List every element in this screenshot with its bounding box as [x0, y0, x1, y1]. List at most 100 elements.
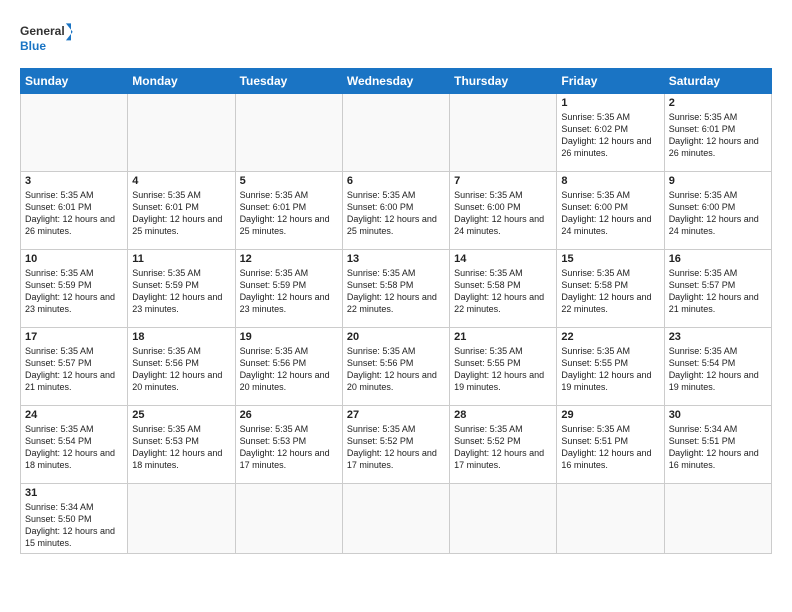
day-info: Sunrise: 5:35 AM Sunset: 6:01 PM Dayligh… — [669, 111, 767, 160]
calendar-cell: 2Sunrise: 5:35 AM Sunset: 6:01 PM Daylig… — [664, 94, 771, 172]
day-info: Sunrise: 5:35 AM Sunset: 6:02 PM Dayligh… — [561, 111, 659, 160]
day-info: Sunrise: 5:35 AM Sunset: 5:53 PM Dayligh… — [132, 423, 230, 472]
day-info: Sunrise: 5:35 AM Sunset: 5:56 PM Dayligh… — [132, 345, 230, 394]
day-info: Sunrise: 5:35 AM Sunset: 6:01 PM Dayligh… — [25, 189, 123, 238]
day-number: 21 — [454, 331, 552, 343]
calendar-cell: 10 Sunrise: 5:35 AM Sunset: 5:59 PM Dayli… — [21, 250, 128, 328]
day-number: 27 — [347, 409, 445, 421]
calendar-cell: 15Sunrise: 5:35 AM Sunset: 5:58 PM Dayli… — [557, 250, 664, 328]
day-info: Sunrise: 5:35 AM Sunset: 5:54 PM Dayligh… — [669, 345, 767, 394]
day-header-saturday: Saturday — [664, 69, 771, 94]
calendar-cell: 19 Sunrise: 5:35 AM Sunset: 5:56 PM Dayli… — [235, 328, 342, 406]
day-header-wednesday: Wednesday — [342, 69, 449, 94]
day-info: Sunrise: 5:35 AM Sunset: 5:59 PM Dayligh… — [132, 267, 230, 316]
day-info: Sunrise: 5:35 AM Sunset: 5:52 PM Dayligh… — [454, 423, 552, 472]
calendar-cell: 21 Sunrise: 5:35 AM Sunset: 5:55 PM Dayli… — [450, 328, 557, 406]
calendar-cell: 13 Sunrise: 5:35 AM Sunset: 5:58 PM Dayli… — [342, 250, 449, 328]
day-info: Sunrise: 5:35 AM Sunset: 5:59 PM Dayligh… — [240, 267, 338, 316]
calendar-cell: 4Sunrise: 5:35 AM Sunset: 6:01 PM Daylig… — [128, 172, 235, 250]
calendar-cell: 20 Sunrise: 5:35 AM Sunset: 5:56 PM Dayli… — [342, 328, 449, 406]
day-number: 26 — [240, 409, 338, 421]
calendar-cell: 3 Sunrise: 5:35 AM Sunset: 6:01 PM Daylig… — [21, 172, 128, 250]
day-info: Sunrise: 5:35 AM Sunset: 5:55 PM Dayligh… — [454, 345, 552, 394]
day-number: 8 — [561, 175, 659, 187]
week-row-2: 3 Sunrise: 5:35 AM Sunset: 6:01 PM Daylig… — [21, 172, 772, 250]
day-number: 31 — [25, 487, 123, 499]
calendar-cell: 9Sunrise: 5:35 AM Sunset: 6:00 PM Daylig… — [664, 172, 771, 250]
day-number: 14 — [454, 253, 552, 265]
day-info: Sunrise: 5:35 AM Sunset: 5:56 PM Dayligh… — [240, 345, 338, 394]
day-info: Sunrise: 5:35 AM Sunset: 6:01 PM Dayligh… — [132, 189, 230, 238]
day-number: 9 — [669, 175, 767, 187]
calendar-cell: 14 Sunrise: 5:35 AM Sunset: 5:58 PM Dayli… — [450, 250, 557, 328]
day-info: Sunrise: 5:35 AM Sunset: 5:52 PM Dayligh… — [347, 423, 445, 472]
day-header-monday: Monday — [128, 69, 235, 94]
day-info: Sunrise: 5:35 AM Sunset: 6:00 PM Dayligh… — [347, 189, 445, 238]
day-number: 3 — [25, 175, 123, 187]
day-info: Sunrise: 5:35 AM Sunset: 6:00 PM Dayligh… — [561, 189, 659, 238]
day-info: Sunrise: 5:35 AM Sunset: 6:01 PM Dayligh… — [240, 189, 338, 238]
calendar-cell: 26Sunrise: 5:35 AM Sunset: 5:53 PM Dayli… — [235, 406, 342, 484]
calendar-cell: 25 Sunrise: 5:35 AM Sunset: 5:53 PM Dayli… — [128, 406, 235, 484]
calendar-cell: 29Sunrise: 5:35 AM Sunset: 5:51 PM Dayli… — [557, 406, 664, 484]
calendar-cell — [342, 94, 449, 172]
day-info: Sunrise: 5:35 AM Sunset: 5:59 PM Dayligh… — [25, 267, 123, 316]
day-info: Sunrise: 5:35 AM Sunset: 5:57 PM Dayligh… — [669, 267, 767, 316]
calendar-cell — [235, 94, 342, 172]
days-header-row: SundayMondayTuesdayWednesdayThursdayFrid… — [21, 69, 772, 94]
day-header-tuesday: Tuesday — [235, 69, 342, 94]
day-info: Sunrise: 5:35 AM Sunset: 5:55 PM Dayligh… — [561, 345, 659, 394]
day-number: 11 — [132, 253, 230, 265]
calendar-cell: 23 Sunrise: 5:35 AM Sunset: 5:54 PM Dayli… — [664, 328, 771, 406]
calendar-cell: 5 Sunrise: 5:35 AM Sunset: 6:01 PM Daylig… — [235, 172, 342, 250]
day-number: 13 — [347, 253, 445, 265]
week-row-4: 17 Sunrise: 5:35 AM Sunset: 5:57 PM Dayli… — [21, 328, 772, 406]
calendar-cell: 16Sunrise: 5:35 AM Sunset: 5:57 PM Dayli… — [664, 250, 771, 328]
svg-text:Blue: Blue — [20, 39, 46, 53]
day-number: 30 — [669, 409, 767, 421]
day-info: Sunrise: 5:35 AM Sunset: 5:58 PM Dayligh… — [454, 267, 552, 316]
calendar-cell: 12 Sunrise: 5:35 AM Sunset: 5:59 PM Dayli… — [235, 250, 342, 328]
day-number: 6 — [347, 175, 445, 187]
day-info: Sunrise: 5:35 AM Sunset: 5:54 PM Dayligh… — [25, 423, 123, 472]
day-number: 12 — [240, 253, 338, 265]
calendar-cell: 17 Sunrise: 5:35 AM Sunset: 5:57 PM Dayli… — [21, 328, 128, 406]
day-number: 17 — [25, 331, 123, 343]
day-info: Sunrise: 5:35 AM Sunset: 5:57 PM Dayligh… — [25, 345, 123, 394]
day-number: 29 — [561, 409, 659, 421]
week-row-5: 24 Sunrise: 5:35 AM Sunset: 5:54 PM Dayli… — [21, 406, 772, 484]
day-header-friday: Friday — [557, 69, 664, 94]
week-row-1: 1Sunrise: 5:35 AM Sunset: 6:02 PM Daylig… — [21, 94, 772, 172]
day-header-thursday: Thursday — [450, 69, 557, 94]
calendar-cell: 31 Sunrise: 5:34 AM Sunset: 5:50 PM Dayli… — [21, 484, 128, 554]
calendar-cell — [128, 94, 235, 172]
day-number: 20 — [347, 331, 445, 343]
calendar-cell: 11 Sunrise: 5:35 AM Sunset: 5:59 PM Dayli… — [128, 250, 235, 328]
calendar-cell: 28Sunrise: 5:35 AM Sunset: 5:52 PM Dayli… — [450, 406, 557, 484]
day-number: 23 — [669, 331, 767, 343]
day-number: 25 — [132, 409, 230, 421]
day-number: 22 — [561, 331, 659, 343]
day-number: 19 — [240, 331, 338, 343]
day-info: Sunrise: 5:34 AM Sunset: 5:50 PM Dayligh… — [25, 501, 123, 550]
day-info: Sunrise: 5:35 AM Sunset: 5:58 PM Dayligh… — [347, 267, 445, 316]
day-number: 5 — [240, 175, 338, 187]
calendar-cell — [450, 94, 557, 172]
calendar-cell — [128, 484, 235, 554]
calendar-cell: 18Sunrise: 5:35 AM Sunset: 5:56 PM Dayli… — [128, 328, 235, 406]
day-info: Sunrise: 5:35 AM Sunset: 6:00 PM Dayligh… — [454, 189, 552, 238]
svg-text:General: General — [20, 24, 65, 38]
calendar-cell: 30Sunrise: 5:34 AM Sunset: 5:51 PM Dayli… — [664, 406, 771, 484]
day-number: 24 — [25, 409, 123, 421]
calendar-cell: 1Sunrise: 5:35 AM Sunset: 6:02 PM Daylig… — [557, 94, 664, 172]
day-info: Sunrise: 5:35 AM Sunset: 5:58 PM Dayligh… — [561, 267, 659, 316]
day-number: 10 — [25, 253, 123, 265]
calendar-cell — [342, 484, 449, 554]
logo-svg: General Blue — [20, 20, 80, 60]
calendar-cell — [557, 484, 664, 554]
day-info: Sunrise: 5:35 AM Sunset: 5:56 PM Dayligh… — [347, 345, 445, 394]
calendar-cell — [235, 484, 342, 554]
calendar-cell: 7Sunrise: 5:35 AM Sunset: 6:00 PM Daylig… — [450, 172, 557, 250]
week-row-6: 31 Sunrise: 5:34 AM Sunset: 5:50 PM Dayli… — [21, 484, 772, 554]
calendar-cell — [664, 484, 771, 554]
